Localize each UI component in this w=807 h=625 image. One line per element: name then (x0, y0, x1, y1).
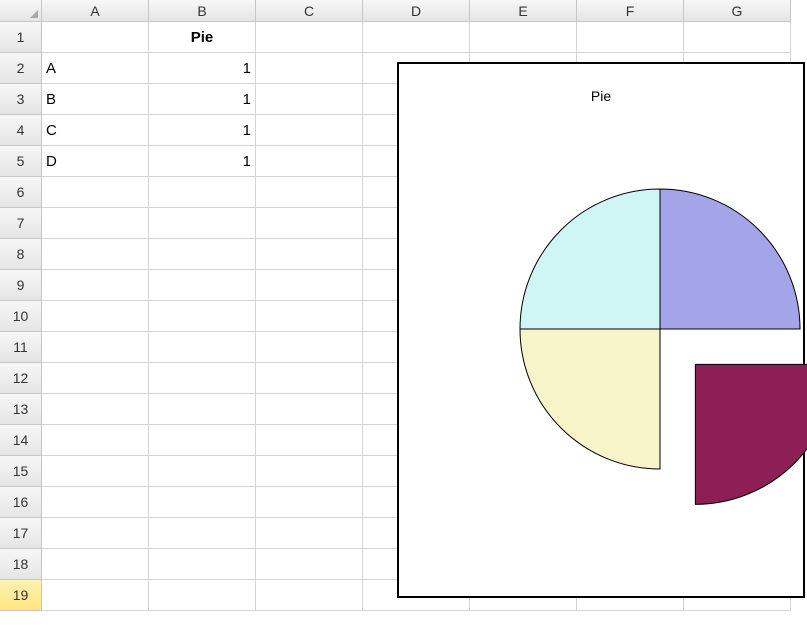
cell-A1[interactable] (42, 22, 149, 53)
cell-B9[interactable] (149, 270, 256, 301)
cell-C4[interactable] (256, 115, 363, 146)
cell-B17[interactable] (149, 518, 256, 549)
cell-A5[interactable]: D (42, 146, 149, 177)
cell-B1[interactable]: Pie (149, 22, 256, 53)
cell-C11[interactable] (256, 332, 363, 363)
cell-B13[interactable] (149, 394, 256, 425)
cell-B19[interactable] (149, 580, 256, 611)
cell-B18[interactable] (149, 549, 256, 580)
cell-B15[interactable] (149, 456, 256, 487)
cell-C15[interactable] (256, 456, 363, 487)
cell-C6[interactable] (256, 177, 363, 208)
cell-A4[interactable]: C (42, 115, 149, 146)
cell-C18[interactable] (256, 549, 363, 580)
cell-A10[interactable] (42, 301, 149, 332)
cell-C12[interactable] (256, 363, 363, 394)
cell-C2[interactable] (256, 53, 363, 84)
cell-C3[interactable] (256, 84, 363, 115)
cell-C10[interactable] (256, 301, 363, 332)
row-header-6[interactable]: 6 (0, 177, 42, 208)
cell-C7[interactable] (256, 208, 363, 239)
cell-C13[interactable] (256, 394, 363, 425)
cell-B11[interactable] (149, 332, 256, 363)
column-header-E[interactable]: E (470, 0, 577, 22)
pie-chart[interactable]: Pie (397, 62, 805, 598)
cell-A9[interactable] (42, 270, 149, 301)
cell-B5[interactable]: 1 (149, 146, 256, 177)
select-all-corner[interactable] (0, 0, 42, 22)
row-header-13[interactable]: 13 (0, 394, 42, 425)
cell-B4[interactable]: 1 (149, 115, 256, 146)
row-header-5[interactable]: 5 (0, 146, 42, 177)
cell-C14[interactable] (256, 425, 363, 456)
row-header-2[interactable]: 2 (0, 53, 42, 84)
cell-A15[interactable] (42, 456, 149, 487)
cell-C19[interactable] (256, 580, 363, 611)
cell-C1[interactable] (256, 22, 363, 53)
row-header-15[interactable]: 15 (0, 456, 42, 487)
cell-G1[interactable] (684, 22, 791, 53)
cell-A16[interactable] (42, 487, 149, 518)
cell-A7[interactable] (42, 208, 149, 239)
cell-B6[interactable] (149, 177, 256, 208)
cell-B12[interactable] (149, 363, 256, 394)
cell-A19[interactable] (42, 580, 149, 611)
row-header-10[interactable]: 10 (0, 301, 42, 332)
row-header-18[interactable]: 18 (0, 549, 42, 580)
row-header-14[interactable]: 14 (0, 425, 42, 456)
row-header-7[interactable]: 7 (0, 208, 42, 239)
cell-C5[interactable] (256, 146, 363, 177)
column-header-B[interactable]: B (149, 0, 256, 22)
cell-B16[interactable] (149, 487, 256, 518)
cell-A18[interactable] (42, 549, 149, 580)
row-header-16[interactable]: 16 (0, 487, 42, 518)
column-header-G[interactable]: G (684, 0, 791, 22)
pie-chart-svg (485, 184, 807, 584)
row-header-9[interactable]: 9 (0, 270, 42, 301)
cell-E1[interactable] (470, 22, 577, 53)
cell-C16[interactable] (256, 487, 363, 518)
pie-slice-B[interactable] (695, 364, 807, 504)
row-header-19[interactable]: 19 (0, 580, 42, 611)
cell-F1[interactable] (577, 22, 684, 53)
cell-B14[interactable] (149, 425, 256, 456)
cell-A2[interactable]: A (42, 53, 149, 84)
row-header-8[interactable]: 8 (0, 239, 42, 270)
cell-A8[interactable] (42, 239, 149, 270)
cell-A14[interactable] (42, 425, 149, 456)
row-header-11[interactable]: 11 (0, 332, 42, 363)
row-header-3[interactable]: 3 (0, 84, 42, 115)
row-header-12[interactable]: 12 (0, 363, 42, 394)
cell-C17[interactable] (256, 518, 363, 549)
row-1: 1 Pie (0, 22, 807, 53)
cell-B10[interactable] (149, 301, 256, 332)
cell-C8[interactable] (256, 239, 363, 270)
pie-slice-D[interactable] (520, 189, 660, 329)
cell-C9[interactable] (256, 270, 363, 301)
cell-D1[interactable] (363, 22, 470, 53)
pie-slice-C[interactable] (520, 329, 660, 469)
cell-A13[interactable] (42, 394, 149, 425)
cell-B2[interactable]: 1 (149, 53, 256, 84)
cell-A12[interactable] (42, 363, 149, 394)
column-header-A[interactable]: A (42, 0, 149, 22)
column-header-F[interactable]: F (577, 0, 684, 22)
cell-A6[interactable] (42, 177, 149, 208)
cell-A3[interactable]: B (42, 84, 149, 115)
row-header-1[interactable]: 1 (0, 22, 42, 53)
column-headers: ABCDEFG (0, 0, 807, 22)
row-header-4[interactable]: 4 (0, 115, 42, 146)
cell-A17[interactable] (42, 518, 149, 549)
cell-B3[interactable]: 1 (149, 84, 256, 115)
pie-slice-A[interactable] (660, 189, 800, 329)
chart-title: Pie (399, 88, 803, 104)
column-header-D[interactable]: D (363, 0, 470, 22)
cell-A11[interactable] (42, 332, 149, 363)
cell-B8[interactable] (149, 239, 256, 270)
row-header-17[interactable]: 17 (0, 518, 42, 549)
column-header-C[interactable]: C (256, 0, 363, 22)
cell-B7[interactable] (149, 208, 256, 239)
